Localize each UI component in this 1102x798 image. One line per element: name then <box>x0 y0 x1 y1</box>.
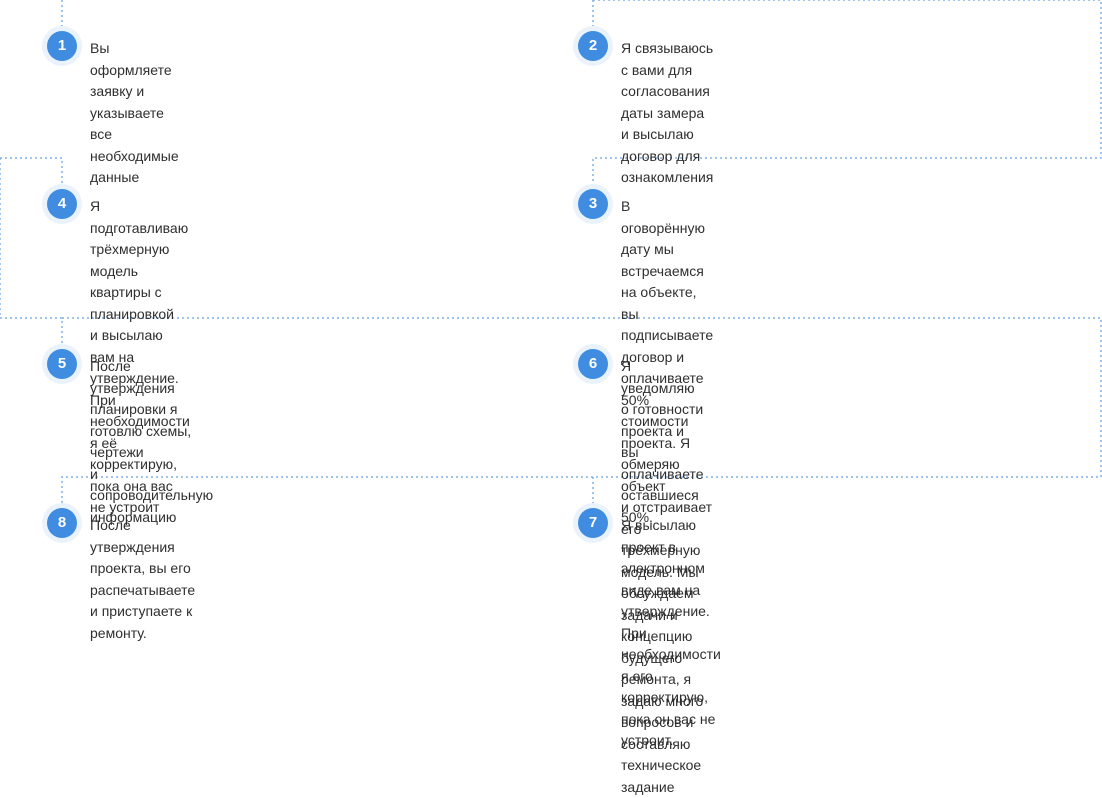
step-number-badge: 6 <box>573 344 613 384</box>
step-number-badge: 1 <box>42 26 82 66</box>
connector-segment <box>0 317 63 344</box>
step-number-badge: 8 <box>42 503 82 543</box>
step-number-badge: 4 <box>42 184 82 224</box>
step-description: После утверждения проекта, вы его распеч… <box>90 517 196 641</box>
step-number-badge: 5 <box>42 344 82 384</box>
step-number: 2 <box>578 31 608 61</box>
connector-segment <box>0 157 63 184</box>
step-number: 7 <box>578 508 608 538</box>
step-number-badge: 7 <box>573 503 613 543</box>
step-description: Я уведомляю о готовности проекта и вы оп… <box>621 358 704 525</box>
step-number-badge: 2 <box>573 26 613 66</box>
step-description: Вы оформляете заявку и указываете все не… <box>90 40 179 185</box>
step-number: 8 <box>47 508 77 538</box>
step-description: Я высылаю проект в электронном виде вам … <box>621 517 721 748</box>
step-description: Я связываюсь с вами для согласования дат… <box>621 40 714 185</box>
step-number: 4 <box>47 189 77 219</box>
step-number-badge: 3 <box>573 184 613 224</box>
step-number: 6 <box>578 349 608 379</box>
step-description: После утверждения планировки я готовлю с… <box>90 358 214 525</box>
step-number: 3 <box>578 189 608 219</box>
step-number: 5 <box>47 349 77 379</box>
step-number: 1 <box>47 31 77 61</box>
